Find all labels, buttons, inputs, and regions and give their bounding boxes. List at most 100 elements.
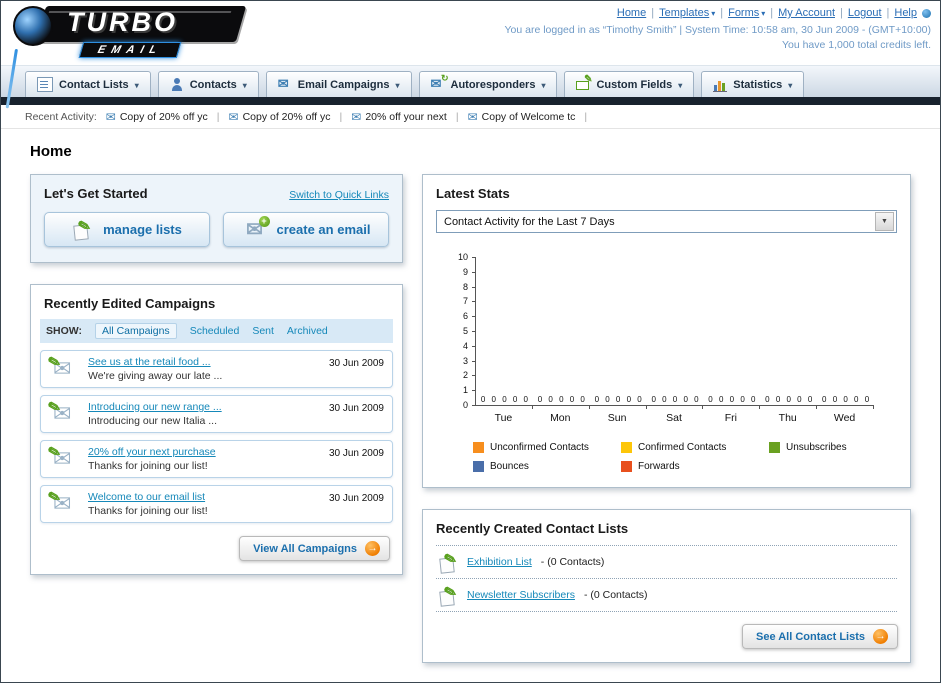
campaign-row[interactable]: Introducing our new range ... Introducing…	[40, 395, 393, 433]
chart-category-column: 0 0 0 0 0	[647, 257, 704, 409]
bar-value-labels: 0 0 0 0 0	[537, 395, 585, 404]
get-started-title: Let's Get Started	[44, 186, 148, 201]
manage-lists-button[interactable]: manage lists	[44, 212, 210, 247]
separator: |	[886, 7, 890, 19]
separator: |	[840, 7, 843, 19]
recent-activity-item[interactable]: 20% off your next	[351, 111, 447, 123]
view-all-campaigns-button[interactable]: View All Campaigns	[239, 536, 390, 561]
y-axis-tick	[472, 405, 476, 406]
edit-campaign-icon	[49, 402, 79, 426]
activity-period-select[interactable]: Contact Activity for the Last 7 Days	[436, 210, 897, 233]
campaign-date: 30 Jun 2009	[328, 493, 384, 504]
campaign-list: See us at the retail food ... We're givin…	[31, 350, 402, 523]
tab-contacts[interactable]: Contacts	[157, 71, 259, 97]
filter-sent[interactable]: Sent	[252, 325, 274, 337]
contact-list-row[interactable]: Newsletter Subscribers - (0 Contacts)	[436, 579, 897, 612]
button-label: create an email	[276, 222, 371, 237]
tab-contact-lists[interactable]: Contact Lists	[25, 71, 151, 97]
header-right: Home | Templates | Forms | My Account | Logout | H…	[504, 7, 931, 51]
x-axis-label: Thu	[778, 412, 797, 424]
legend-swatch	[621, 442, 632, 453]
credits-note: You have 1,000 total credits left.	[781, 39, 931, 51]
campaign-row[interactable]: See us at the retail food ... We're givin…	[40, 350, 393, 388]
tab-label: Autoresponders	[450, 78, 536, 91]
legend-item: Forwards	[621, 461, 769, 472]
campaign-subtitle: Thanks for joining our list!	[88, 505, 208, 517]
top-link-help[interactable]: Help	[894, 7, 917, 19]
x-axis-label: Sun	[607, 412, 627, 424]
campaign-row[interactable]: 20% off your next purchase Thanks for joi…	[40, 440, 393, 478]
contact-count: - (0 Contacts)	[583, 589, 648, 601]
edit-list-icon	[438, 553, 458, 574]
contact-count: - (0 Contacts)	[540, 556, 605, 568]
page-title: Home	[30, 143, 72, 160]
autoresponders-icon	[431, 73, 449, 92]
legend-label: Unconfirmed Contacts	[490, 442, 589, 453]
envelope-icon	[229, 111, 239, 123]
legend-label: Unsubscribes	[786, 442, 847, 453]
contact-list-row[interactable]: Exhibition List - (0 Contacts)	[436, 546, 897, 579]
app-logo[interactable]: TURBO EMAIL	[11, 4, 281, 62]
chart-x-labels: Tue Mon Sun Sat Fri Thu Wed	[475, 412, 873, 424]
chart-category-column: 0 0 0 0 0	[476, 257, 533, 409]
chevron-down-icon	[788, 79, 792, 91]
filter-all-campaigns[interactable]: All Campaigns	[94, 323, 177, 339]
switch-quick-links-link[interactable]: Switch to Quick Links	[289, 189, 389, 201]
tab-email-campaigns[interactable]: Email Campaigns	[265, 71, 412, 97]
tab-label: Contact Lists	[59, 78, 129, 91]
recent-activity-item[interactable]: Copy of 20% off yc	[106, 111, 208, 123]
recent-activity-item-label: 20% off your next	[365, 110, 447, 123]
recent-activity-item-label: Copy of Welcome tc	[481, 110, 576, 123]
tab-custom-fields[interactable]: Custom Fields	[564, 71, 695, 97]
x-axis-label: Wed	[833, 412, 856, 424]
campaign-title-link[interactable]: Introducing our new range ...	[88, 401, 320, 413]
bar-value-labels: 0 0 0 0 0	[822, 395, 870, 404]
legend-label: Bounces	[490, 461, 529, 472]
campaign-filters: All Campaigns Scheduled Sent Archived	[94, 323, 328, 339]
filter-archived[interactable]: Archived	[287, 325, 328, 337]
contact-list-link[interactable]: Exhibition List	[467, 556, 532, 568]
recent-activity-item[interactable]: Copy of 20% off yc	[229, 111, 331, 123]
manage-lists-icon	[72, 220, 94, 241]
bar-value-labels: 0 0 0 0 0	[480, 395, 528, 404]
top-link-logout[interactable]: Logout	[848, 7, 882, 19]
top-link-forms[interactable]: Forms	[728, 7, 765, 19]
tab-label: Contacts	[189, 78, 237, 91]
campaign-title-link[interactable]: Welcome to our email list	[88, 491, 320, 503]
x-axis-label: Mon	[550, 412, 571, 424]
campaign-title-link[interactable]: 20% off your next purchase	[88, 446, 320, 458]
select-value: Contact Activity for the Last 7 Days	[444, 215, 615, 228]
chevron-down-icon	[759, 7, 765, 19]
bar-value-labels: 0 0 0 0 0	[594, 395, 642, 404]
chart-legend: Unconfirmed Contacts Confirmed Contacts Un…	[473, 442, 897, 472]
chevron-down-icon	[678, 79, 682, 91]
stats-title: Latest Stats	[436, 186, 510, 201]
top-link-my-account[interactable]: My Account	[778, 7, 835, 19]
tab-autoresponders[interactable]: Autoresponders	[418, 71, 558, 97]
logo-disc-icon	[13, 6, 53, 46]
y-axis-label: 7	[462, 296, 468, 307]
create-email-button[interactable]: create an email	[223, 212, 389, 247]
top-link-home[interactable]: Home	[617, 7, 646, 19]
header: TURBO EMAIL Home | Templates | Forms | My Acco…	[1, 1, 940, 109]
y-axis-label: 1	[462, 385, 468, 396]
separator: |	[455, 110, 459, 123]
campaign-title-link[interactable]: See us at the retail food ...	[88, 356, 320, 368]
legend-item: Bounces	[473, 461, 621, 472]
help-status-icon[interactable]	[922, 8, 931, 18]
see-all-contact-lists-button[interactable]: See All Contact Lists	[741, 624, 898, 649]
recent-activity-item[interactable]: Copy of Welcome tc	[468, 111, 576, 123]
top-link-templates[interactable]: Templates	[659, 7, 715, 19]
chevron-down-icon	[243, 79, 247, 91]
x-axis-label: Sat	[666, 412, 682, 424]
separator: |	[216, 110, 220, 123]
tab-statistics[interactable]: Statistics	[701, 71, 805, 97]
custom-fields-icon	[576, 74, 592, 91]
chart-category-column: 0 0 0 0 0	[533, 257, 590, 409]
contact-list-link[interactable]: Newsletter Subscribers	[467, 589, 575, 601]
y-axis-label: 3	[462, 355, 468, 366]
bar-value-labels: 0 0 0 0 0	[708, 395, 756, 404]
filter-scheduled[interactable]: Scheduled	[190, 325, 240, 337]
campaign-row[interactable]: Welcome to our email list Thanks for join…	[40, 485, 393, 523]
button-label: View All Campaigns	[253, 542, 357, 555]
